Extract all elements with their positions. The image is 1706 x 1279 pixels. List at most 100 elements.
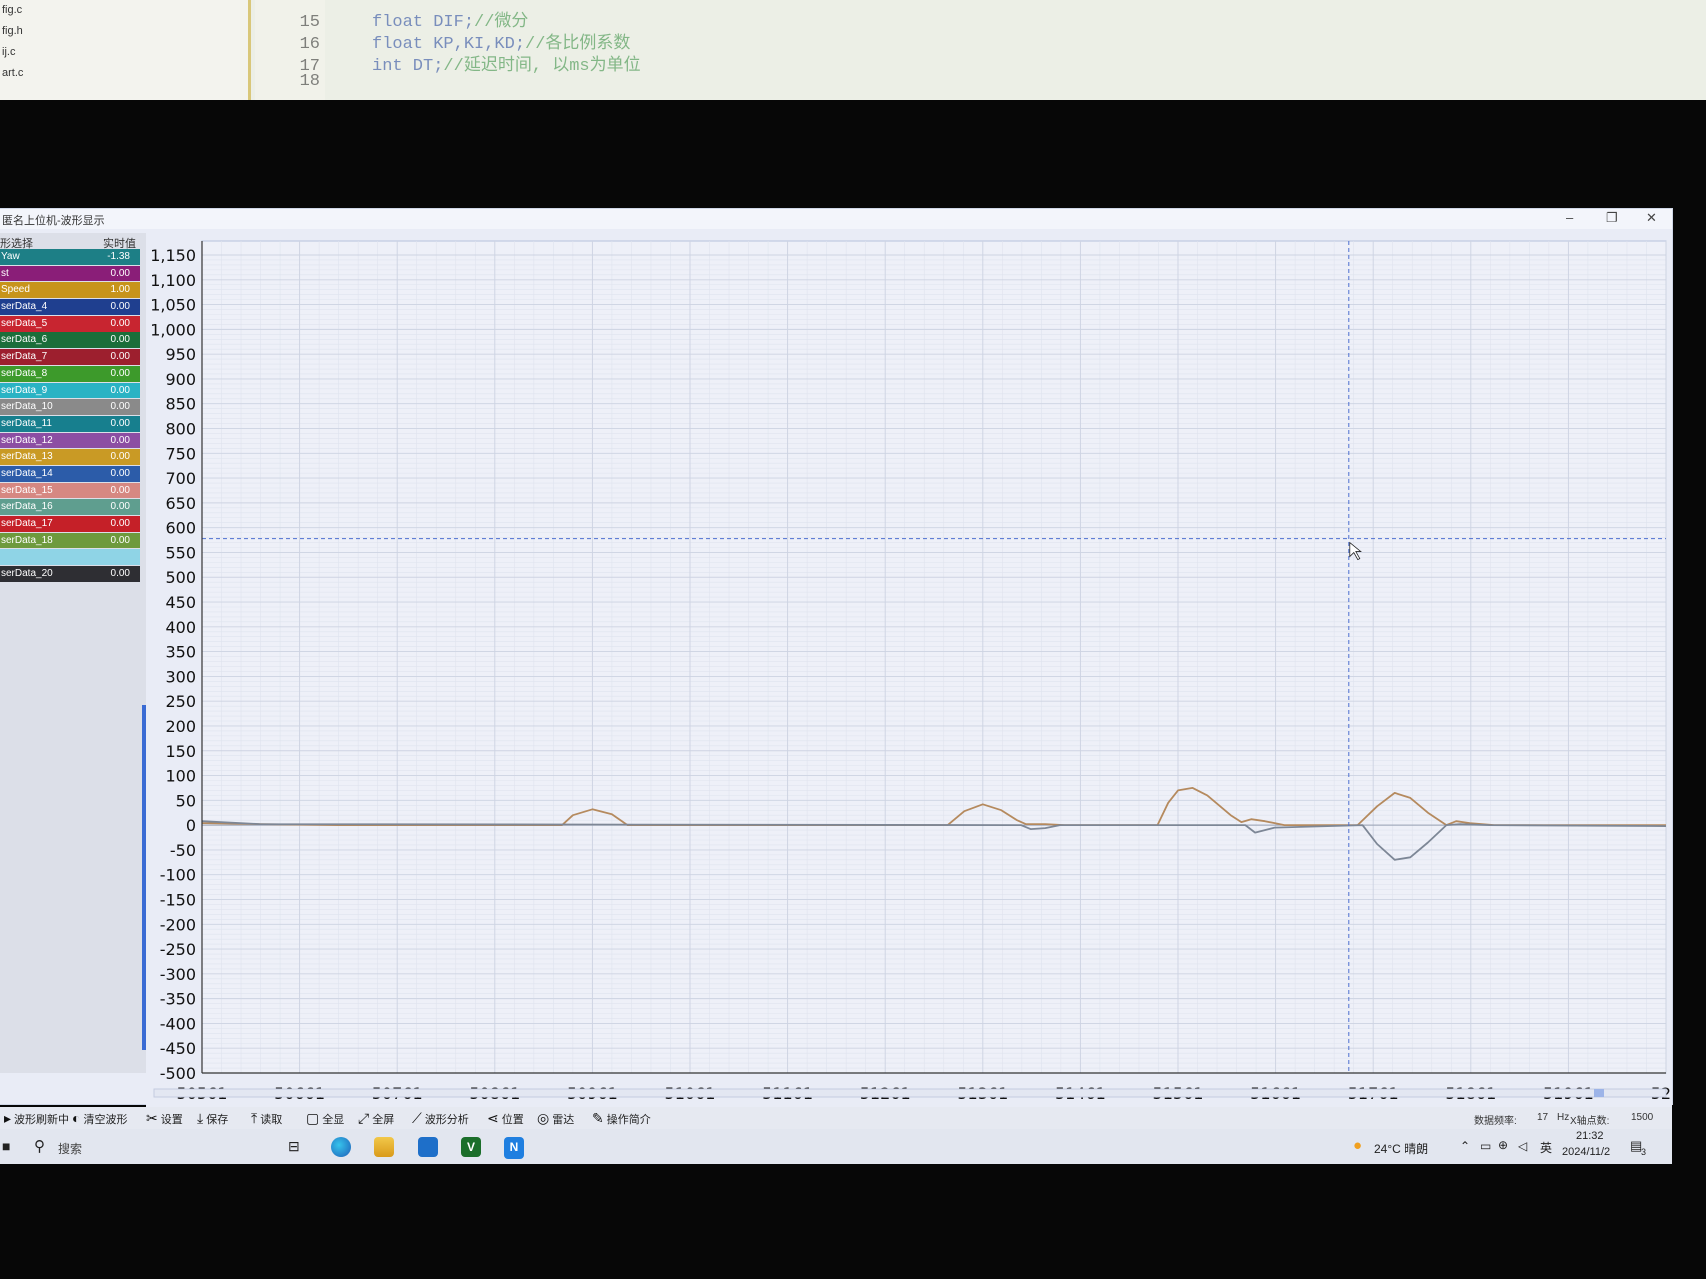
toolbar-button[interactable]: ⟋ 波形分析 <box>412 1110 469 1127</box>
mail-icon[interactable] <box>418 1137 438 1157</box>
channel-item[interactable]: serData_12 0.00 <box>0 432 140 449</box>
channel-value: 0.00 <box>110 317 130 329</box>
channel-item[interactable]: serData_6 0.00 <box>0 332 140 349</box>
channel-value: 0.00 <box>110 568 130 580</box>
channel-item[interactable]: serData_4 0.00 <box>0 299 140 315</box>
channel-value: 0.00 <box>110 384 130 396</box>
edge-browser-icon[interactable] <box>331 1137 351 1157</box>
start-icon[interactable]: ■ <box>2 1138 10 1154</box>
task-view-icon[interactable]: ⊟ <box>288 1138 300 1155</box>
channel-item[interactable]: serData_7 0.00 <box>0 349 140 365</box>
clear-icon: ◐ <box>72 1110 81 1126</box>
channel-item[interactable]: serData_14 0.00 <box>0 465 140 482</box>
channel-name: serData_11 <box>1 417 52 429</box>
y-tick-label: 400 <box>165 618 196 637</box>
channel-value: 0.00 <box>110 434 130 446</box>
toolbar-button-label: 全显 <box>322 1114 345 1126</box>
file-explorer-icon[interactable] <box>374 1137 394 1157</box>
y-tick-label: 250 <box>165 692 196 711</box>
battery-icon[interactable]: ▭ <box>1480 1139 1491 1153</box>
y-tick-label: -100 <box>160 866 196 885</box>
clock-time[interactable]: 21:32 <box>1576 1130 1604 1142</box>
fullscreen-icon: ⤢ <box>358 1110 370 1126</box>
y-tick-label: 550 <box>165 543 196 562</box>
minimize-icon[interactable]: – <box>1566 210 1573 225</box>
channel-item[interactable]: serData_10 0.00 <box>0 399 140 415</box>
channel-item[interactable]: serData_8 0.00 <box>0 365 140 382</box>
host-app-icon[interactable]: N <box>504 1137 524 1159</box>
channel-item[interactable]: serData_17 0.00 <box>0 516 140 532</box>
file-tree-item[interactable]: fig.h <box>0 21 248 42</box>
horizontal-scrollbar[interactable] <box>153 1088 1667 1098</box>
channel-value: 0.00 <box>110 501 130 513</box>
file-tree-item[interactable]: ij.c <box>0 42 248 63</box>
channel-item[interactable]: serData_9 0.00 <box>0 382 140 399</box>
y-tick-label: 300 <box>165 667 196 686</box>
channel-name: st <box>1 267 9 279</box>
toolbar-button-label: 清空波形 <box>83 1114 128 1126</box>
keil-ide-icon[interactable]: V <box>461 1137 481 1157</box>
clock-date[interactable]: 2024/11/2 <box>1562 1146 1610 1158</box>
toolbar-button[interactable]: ◎ 雷达 <box>537 1110 574 1127</box>
channel-name: serData_18 <box>1 534 53 546</box>
volume-icon[interactable]: ◁ <box>1518 1139 1527 1153</box>
y-tick-label: 900 <box>165 370 196 389</box>
channel-item[interactable]: serData_18 0.00 <box>0 532 140 549</box>
y-tick-label: 1,000 <box>150 320 196 339</box>
y-tick-label: 450 <box>165 593 196 612</box>
channel-item[interactable]: serData_11 0.00 <box>0 415 140 432</box>
channel-item[interactable]: Yaw -1.38 <box>0 249 140 265</box>
channel-rows: Yaw -1.38 st 0.00 Speed 1.00 serData_4 0.00 serD… <box>0 249 146 582</box>
input-language[interactable]: 英 <box>1540 1139 1552 1156</box>
toolbar-button[interactable]: ▸ 波形刷新中 <box>4 1110 69 1127</box>
search-icon[interactable]: ⚲ <box>34 1137 45 1155</box>
horizontal-scrollbar-thumb[interactable] <box>1594 1089 1604 1097</box>
y-tick-label: 800 <box>165 420 196 439</box>
close-icon[interactable]: ✕ <box>1646 210 1657 226</box>
select-all-icon: ▢ <box>306 1110 320 1126</box>
y-tick-label: 850 <box>165 395 196 414</box>
waveform-chart[interactable]: 1,150 1,100 1,050 1,000 950 900 850 800 750 700 65… <box>146 229 1672 1109</box>
toolbar-button[interactable]: ⋖ 位置 <box>487 1110 524 1127</box>
channel-name: serData_5 <box>1 317 48 329</box>
channel-name: serData_8 <box>1 367 48 379</box>
channel-name: serData_9 <box>1 384 48 396</box>
channel-item[interactable]: serData_15 0.00 <box>0 482 140 499</box>
code-line: 18 <box>299 72 320 91</box>
y-tick-label: -450 <box>160 1039 196 1058</box>
rate-label: 数据频率: <box>1474 1116 1517 1127</box>
weather-icon[interactable]: ● <box>1353 1137 1362 1154</box>
taskbar-search-box[interactable]: 搜索 <box>58 1140 82 1157</box>
toolbar-button[interactable]: ⤢ 全屏 <box>358 1110 394 1127</box>
refresh-icon: ▸ <box>4 1110 12 1126</box>
file-tree: fig.c fig.h ij.c art.c <box>0 0 251 100</box>
channel-item[interactable]: serData_20 0.00 <box>0 566 140 582</box>
network-icon[interactable]: ⊕ <box>1498 1138 1508 1152</box>
channel-value: 0.00 <box>110 334 130 346</box>
channel-item[interactable] <box>0 549 140 566</box>
channel-value: 0.00 <box>110 367 130 379</box>
channel-name: serData_15 <box>1 484 53 496</box>
y-tick-label: 600 <box>165 519 196 538</box>
toolbar-button[interactable]: ◐ 清空波形 <box>72 1110 127 1127</box>
channel-item[interactable]: serData_13 0.00 <box>0 449 140 466</box>
file-tree-item[interactable]: fig.c <box>0 0 248 21</box>
channel-item[interactable]: serData_5 0.00 <box>0 315 140 332</box>
channel-value: 0.00 <box>110 267 130 279</box>
channel-name: Yaw <box>1 251 20 262</box>
toolbar-button[interactable]: ✎ 操作简介 <box>592 1110 651 1127</box>
channel-value: -1.38 <box>107 251 130 262</box>
channel-item[interactable]: serData_16 0.00 <box>0 499 140 516</box>
channel-item[interactable]: Speed 1.00 <box>0 282 140 299</box>
channel-value: 0.00 <box>110 467 130 479</box>
waveform-window: 匿名上位机-波形显示 – ❐ ✕ 形选择 实时值 Yaw -1.38 st 0.00 S… <box>0 209 1672 1109</box>
toolbar-button[interactable]: ▢ 全显 <box>306 1110 344 1127</box>
restore-icon[interactable]: ❐ <box>1606 210 1618 226</box>
weather-text[interactable]: 24°C 晴朗 <box>1374 1140 1428 1157</box>
toolbar-button[interactable]: ✂ 设置 <box>146 1110 183 1127</box>
file-tree-item[interactable]: art.c <box>0 63 248 84</box>
tray-expand-icon[interactable]: ⌃ <box>1460 1139 1470 1153</box>
toolbar-button[interactable]: ⤓ 保存 <box>197 1110 228 1127</box>
channel-item[interactable]: st 0.00 <box>0 265 140 282</box>
toolbar-button[interactable]: ⤒ 读取 <box>251 1110 282 1127</box>
